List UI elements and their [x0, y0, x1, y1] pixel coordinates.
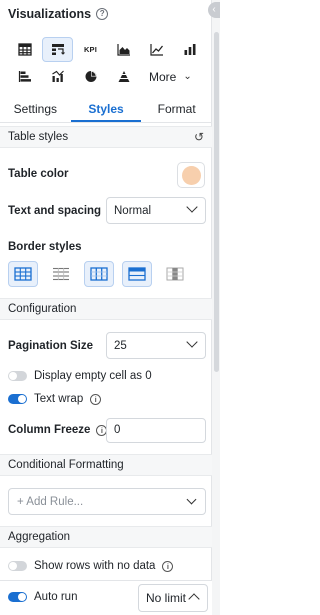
chevron-down-icon: [186, 336, 198, 348]
pivot-table-viz-button[interactable]: [42, 37, 73, 62]
bar-chart-viz-button[interactable]: [174, 37, 205, 62]
horizontal-bar-viz-button[interactable]: [9, 64, 40, 89]
chevron-down-icon: [186, 494, 197, 505]
auto-run-row: Auto run: [8, 591, 77, 603]
table-styles-section-header[interactable]: Table styles ↺: [0, 126, 212, 148]
border-none-icon: [166, 267, 184, 281]
visualization-panel: Visualizations ? KPI More ⌄ Settings Sty…: [0, 0, 212, 615]
tab-settings[interactable]: Settings: [0, 96, 71, 122]
border-header-icon: [128, 267, 146, 281]
viz-type-grid: KPI More ⌄: [9, 37, 205, 91]
add-rule-label: + Add Rule...: [17, 495, 84, 508]
configuration-section-header[interactable]: Configuration: [0, 298, 212, 320]
text-spacing-value: Normal: [114, 204, 152, 217]
pagination-size-value: 25: [114, 339, 127, 352]
border-vertical-icon: [90, 267, 108, 281]
area-chart-viz-button[interactable]: [108, 37, 139, 62]
scroll-thumb[interactable]: [214, 32, 219, 372]
pie-chart-viz-button[interactable]: [75, 64, 106, 89]
tab-styles[interactable]: Styles: [70, 96, 142, 122]
text-wrap-toggle[interactable]: [8, 394, 27, 404]
pagination-size-select[interactable]: 25: [106, 332, 206, 359]
display-empty-toggle[interactable]: [8, 371, 27, 381]
funnel-icon: [118, 71, 129, 82]
border-style-horizontal-button[interactable]: [46, 261, 76, 287]
section-title: Aggregation: [8, 531, 71, 543]
column-freeze-label: Column Freeze: [8, 424, 91, 436]
kpi-viz-button[interactable]: KPI: [75, 37, 106, 62]
kpi-icon: KPI: [83, 45, 98, 54]
text-wrap-label: Text wrap: [34, 393, 84, 405]
info-icon[interactable]: i: [162, 560, 174, 572]
section-title: Table styles: [8, 131, 69, 143]
run-footer: Auto run No limit: [0, 580, 212, 615]
more-viz-dropdown[interactable]: More ⌄: [141, 64, 192, 89]
aggregation-section-header[interactable]: Aggregation: [0, 526, 212, 548]
column-freeze-row: Column Freeze i: [8, 424, 108, 436]
auto-run-label: Auto run: [34, 591, 78, 603]
panel-tabs: Settings Styles Format: [0, 96, 212, 123]
conditional-formatting-section-header[interactable]: Conditional Formatting: [0, 454, 212, 476]
toggle-knob: [18, 593, 26, 601]
border-all-icon: [14, 267, 32, 281]
combo-chart-icon: [51, 70, 64, 82]
panel-title: Visualizations: [8, 7, 92, 21]
border-style-all-button[interactable]: [8, 261, 38, 287]
panel-header: Visualizations ?: [8, 5, 109, 23]
auto-run-toggle[interactable]: [8, 592, 27, 602]
more-label: More: [149, 69, 177, 84]
table-color-label: Table color: [8, 168, 69, 180]
text-wrap-row: Text wrap i: [8, 393, 102, 405]
pivot-table-icon: [51, 44, 65, 55]
table-color-swatch[interactable]: [177, 162, 205, 188]
chevron-down-icon: [186, 201, 198, 213]
line-chart-icon: [149, 44, 163, 56]
chevron-down-icon: ⌄: [183, 71, 192, 82]
border-horizontal-icon: [53, 267, 69, 281]
section-title: Conditional Formatting: [8, 459, 124, 471]
table-viz-button[interactable]: [9, 37, 40, 62]
border-styles-label: Border styles: [8, 241, 82, 253]
add-rule-dropdown[interactable]: + Add Rule...: [8, 488, 206, 515]
row-limit-value: No limit: [146, 591, 187, 605]
pagination-size-label: Pagination Size: [8, 340, 93, 352]
chevron-up-icon: [188, 593, 200, 605]
combo-chart-viz-button[interactable]: [42, 64, 73, 89]
text-spacing-select[interactable]: Normal: [106, 197, 206, 224]
row-limit-select[interactable]: No limit: [138, 584, 208, 612]
border-styles-options: [8, 261, 190, 287]
pie-chart-icon: [85, 71, 96, 82]
column-freeze-input[interactable]: 0: [106, 418, 206, 443]
panel-scrollbar[interactable]: [212, 0, 220, 615]
display-empty-row: Display empty cell as 0: [8, 370, 152, 382]
border-style-vertical-button[interactable]: [84, 261, 114, 287]
area-chart-icon: [116, 44, 130, 56]
show-rows-row: Show rows with no data i: [8, 560, 174, 572]
table-icon: [17, 43, 32, 56]
border-style-header-button[interactable]: [122, 261, 152, 287]
horizontal-bar-icon: [18, 71, 31, 82]
toggle-knob: [9, 372, 17, 380]
show-rows-toggle[interactable]: [8, 561, 27, 571]
question-circle-icon[interactable]: ?: [96, 8, 109, 20]
bar-chart-icon: [184, 44, 195, 55]
color-dot: [182, 166, 201, 185]
toggle-knob: [18, 395, 26, 403]
tab-format[interactable]: Format: [141, 96, 212, 122]
section-title: Configuration: [8, 303, 77, 315]
text-spacing-label: Text and spacing: [8, 205, 102, 217]
funnel-viz-button[interactable]: [108, 64, 139, 89]
display-empty-label: Display empty cell as 0: [34, 370, 152, 382]
border-style-none-button[interactable]: [160, 261, 190, 287]
info-icon[interactable]: i: [90, 393, 102, 405]
show-rows-label: Show rows with no data: [34, 560, 156, 572]
line-chart-viz-button[interactable]: [141, 37, 172, 62]
toggle-knob: [9, 562, 17, 570]
collapse-panel-button[interactable]: ‹: [208, 2, 220, 18]
reset-icon[interactable]: ↺: [194, 130, 204, 144]
